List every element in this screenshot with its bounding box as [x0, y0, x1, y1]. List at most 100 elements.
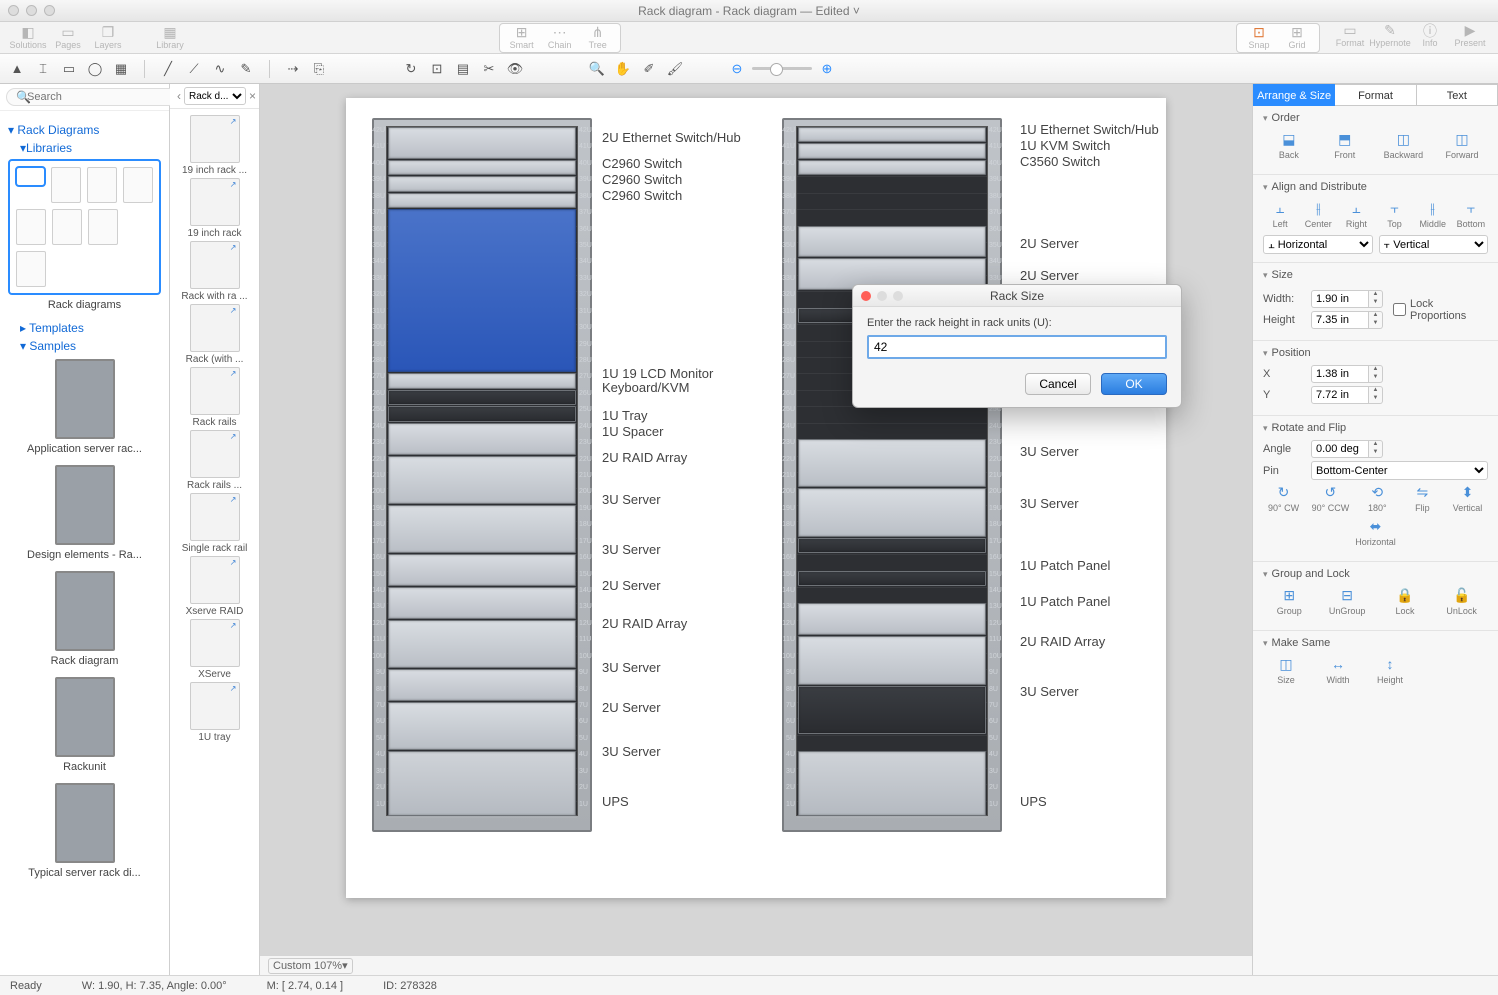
- rack-device[interactable]: [388, 373, 576, 388]
- insp-top[interactable]: ⫟Top: [1378, 199, 1412, 229]
- stencil-item[interactable]: [190, 493, 240, 541]
- rack-device[interactable]: [388, 669, 576, 701]
- layers-button[interactable]: ❐Layers: [90, 25, 126, 51]
- rack-device[interactable]: [388, 751, 576, 816]
- rack-device[interactable]: [798, 538, 986, 553]
- distribute-h[interactable]: ⫠ Horizontal: [1263, 235, 1373, 254]
- same-head[interactable]: Make Same: [1263, 637, 1488, 649]
- width-input[interactable]: [1311, 290, 1369, 308]
- width-stepper[interactable]: ▲▼: [1369, 290, 1383, 308]
- eyedrop-tool[interactable]: ✐: [638, 59, 660, 79]
- group-tool[interactable]: ⊡: [426, 59, 448, 79]
- rack-device[interactable]: [798, 439, 986, 487]
- insp-flip[interactable]: ⇋Flip: [1405, 483, 1439, 513]
- insp-left[interactable]: ⫠Left: [1263, 199, 1297, 229]
- stencil-item[interactable]: [190, 430, 240, 478]
- insp-backward[interactable]: ◫Backward: [1384, 130, 1424, 160]
- size-head[interactable]: Size: [1263, 269, 1488, 281]
- pin-select[interactable]: Bottom-Center: [1311, 461, 1488, 480]
- insp-horizontal[interactable]: ⬌Horizontal: [1355, 517, 1396, 547]
- rack-1[interactable]: 42U42U41U41U40U40U39U39U38U38U37U37U36U3…: [372, 118, 592, 832]
- sample-thumb[interactable]: [55, 359, 115, 439]
- arc-tool[interactable]: ⟋: [183, 59, 205, 79]
- canvas[interactable]: 42U42U41U41U40U40U39U39U38U38U37U37U36U3…: [260, 84, 1252, 955]
- insp-unlock[interactable]: 🔓UnLock: [1445, 586, 1479, 616]
- rack-device[interactable]: [388, 702, 576, 750]
- info-button[interactable]: ⓘInfo: [1412, 23, 1448, 49]
- sample-thumb[interactable]: [55, 571, 115, 651]
- rack-device[interactable]: [798, 603, 986, 635]
- rack-device[interactable]: [798, 143, 986, 158]
- height-input[interactable]: [1311, 311, 1369, 329]
- tab-text[interactable]: Text: [1417, 84, 1498, 106]
- hand-tool[interactable]: ✋: [612, 59, 634, 79]
- group-head[interactable]: Group and Lock: [1263, 568, 1488, 580]
- library-thumbs[interactable]: [8, 159, 161, 295]
- format-button[interactable]: ▭Format: [1332, 23, 1368, 49]
- stencil-select[interactable]: Rack d...: [184, 87, 246, 105]
- zoom-slider[interactable]: [752, 67, 812, 70]
- rack-device[interactable]: [798, 686, 986, 734]
- insp-center[interactable]: ⫲Center: [1301, 199, 1335, 229]
- ellipse-tool[interactable]: ◯: [84, 59, 106, 79]
- rack-device[interactable]: [388, 160, 576, 175]
- height-stepper[interactable]: ▲▼: [1369, 311, 1383, 329]
- insp-size[interactable]: ◫Size: [1269, 655, 1303, 685]
- zoom-dropdown[interactable]: Custom 107% ▾: [268, 958, 353, 974]
- sample-thumb[interactable]: [55, 465, 115, 545]
- nav-libraries[interactable]: ▾Libraries: [20, 141, 161, 155]
- x-input[interactable]: [1311, 365, 1369, 383]
- insp-right[interactable]: ⫠Right: [1339, 199, 1373, 229]
- insp--cw[interactable]: ↻90° CW: [1267, 483, 1301, 513]
- rack-device[interactable]: [798, 571, 986, 586]
- insp-bottom[interactable]: ⫟Bottom: [1454, 199, 1488, 229]
- nav-templates[interactable]: ▸ Templates: [20, 321, 161, 335]
- tab-format[interactable]: Format: [1335, 84, 1416, 106]
- ok-button[interactable]: OK: [1101, 373, 1167, 395]
- rack-device[interactable]: [388, 127, 576, 159]
- rotate-tool[interactable]: ↻: [400, 59, 422, 79]
- stencil-item[interactable]: [190, 304, 240, 352]
- rack-device[interactable]: [388, 587, 576, 619]
- table-tool[interactable]: ▦: [110, 59, 132, 79]
- present-button[interactable]: ▶Present: [1452, 23, 1488, 49]
- grid-button[interactable]: ⊞Grid: [1279, 25, 1315, 51]
- stencil-item[interactable]: [190, 682, 240, 730]
- align-tool[interactable]: ▤: [452, 59, 474, 79]
- cancel-button[interactable]: Cancel: [1025, 373, 1091, 395]
- stencil-item[interactable]: [190, 178, 240, 226]
- rack-device[interactable]: [388, 620, 576, 668]
- smart-button[interactable]: ⊞Smart: [504, 25, 540, 51]
- stencil-item[interactable]: [190, 556, 240, 604]
- insp-front[interactable]: ⬒Front: [1328, 130, 1362, 160]
- insp-forward[interactable]: ◫Forward: [1445, 130, 1479, 160]
- link-tool[interactable]: ⎘: [308, 59, 330, 79]
- tree-button[interactable]: ⋔Tree: [580, 25, 616, 51]
- nav-samples[interactable]: ▾ Samples: [20, 339, 161, 353]
- y-input[interactable]: [1311, 386, 1369, 404]
- insp-vertical[interactable]: ⬍Vertical: [1450, 483, 1484, 513]
- insp-group[interactable]: ⊞Group: [1272, 586, 1306, 616]
- pen-tool[interactable]: ✎: [235, 59, 257, 79]
- stencil-prev[interactable]: ‹: [174, 89, 184, 103]
- insp-width[interactable]: ↔Width: [1321, 655, 1355, 685]
- rotate-head[interactable]: Rotate and Flip: [1263, 422, 1488, 434]
- solutions-button[interactable]: ◧Solutions: [10, 25, 46, 51]
- rack-device[interactable]: [798, 127, 986, 142]
- zoom-in[interactable]: ⊕: [816, 59, 838, 79]
- stencil-item[interactable]: [190, 241, 240, 289]
- angle-input[interactable]: [1311, 440, 1369, 458]
- stencil-item[interactable]: [190, 367, 240, 415]
- rack-device[interactable]: [798, 488, 986, 536]
- align-head[interactable]: Align and Distribute: [1263, 181, 1488, 193]
- lock-proportions[interactable]: Lock Proportions: [1393, 287, 1488, 332]
- insp--[interactable]: ⟲180°: [1360, 483, 1394, 513]
- rack-device[interactable]: [388, 193, 576, 208]
- rack-2[interactable]: 42U42U41U41U40U40U39U39U38U38U37U37U36U3…: [782, 118, 1002, 832]
- chain-button[interactable]: ⋯Chain: [542, 25, 578, 51]
- rack-device[interactable]: [388, 554, 576, 586]
- order-head[interactable]: Order: [1263, 112, 1488, 124]
- rack-device[interactable]: [798, 226, 986, 258]
- rect-tool[interactable]: ▭: [58, 59, 80, 79]
- connector-tool[interactable]: ⇢: [282, 59, 304, 79]
